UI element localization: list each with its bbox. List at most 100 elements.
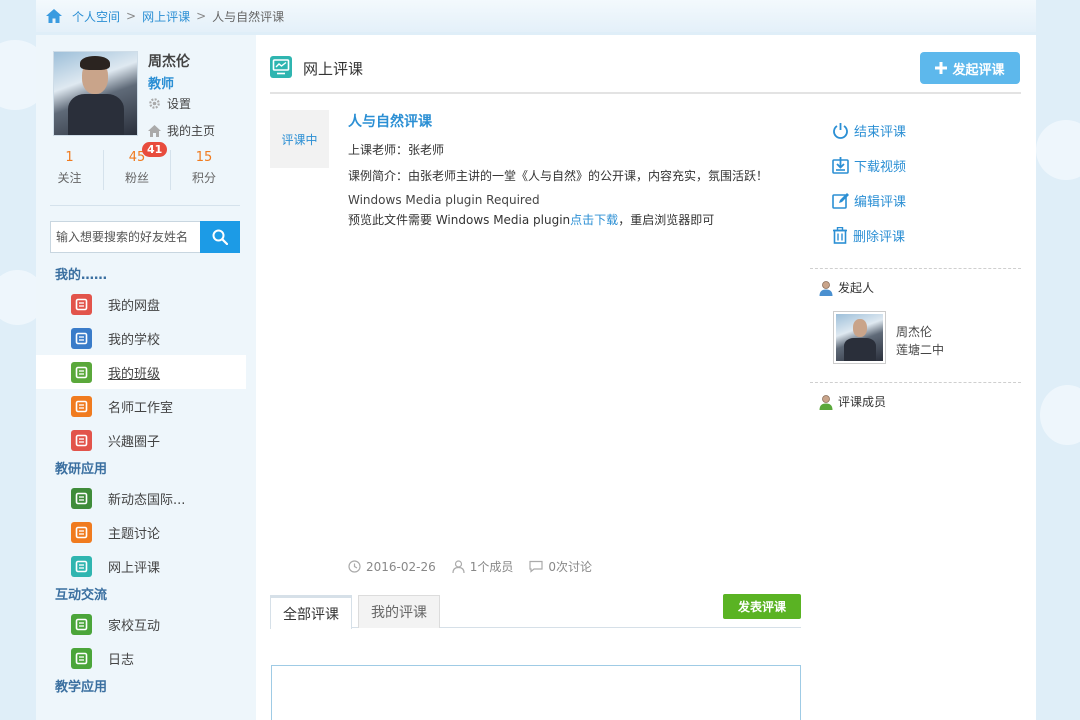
plus-icon <box>935 62 948 74</box>
settings-label: 设置 <box>167 97 192 111</box>
home-icon[interactable] <box>46 9 62 23</box>
clock-icon <box>348 560 361 573</box>
divider <box>50 205 240 206</box>
sidebar-item-label: 我的网盘 <box>108 298 161 314</box>
edit-evaluation-button[interactable]: 编辑评课 <box>832 191 906 210</box>
stat-fans[interactable]: 45 41 粉丝 <box>103 142 170 190</box>
sidebar-item-label: 网上评课 <box>108 560 161 576</box>
power-icon <box>833 123 848 139</box>
profile-stats: 1 关注 45 41 粉丝 15 积分 <box>36 142 256 190</box>
studio-icon <box>71 395 92 417</box>
trash-icon <box>833 227 847 244</box>
circle-icon <box>71 429 92 451</box>
plugin-required-text: Windows Media plugin Required <box>348 193 540 207</box>
sidebar-item-label: 主题讨论 <box>108 526 161 542</box>
member-count: 1个成员 <box>469 560 514 574</box>
course-intro: 课例简介：由张老师主讲的一堂《人与自然》的公开课，内容充实，氛围活跃！ <box>348 169 769 183</box>
comment-icon <box>529 560 543 573</box>
members-item: 1个成员 <box>452 558 514 575</box>
search-input[interactable] <box>50 221 200 253</box>
section-header: 网上评课 发起评课 <box>270 35 1021 94</box>
edit-evaluation-label: 编辑评课 <box>854 195 907 210</box>
tab-my-evaluations[interactable]: 我的评课 <box>358 595 440 628</box>
home-icon <box>148 124 161 137</box>
stat-points[interactable]: 15 积分 <box>170 150 237 190</box>
background-cloud <box>1040 385 1080 445</box>
sidebar-item[interactable]: 网上评课 <box>36 549 256 583</box>
status-badge: 评课中 <box>270 110 329 168</box>
start-evaluation-button[interactable]: 发起评课 <box>920 52 1020 84</box>
sidebar-item[interactable]: 名师工作室 <box>36 389 256 423</box>
stat-label: 粉丝 <box>124 171 149 185</box>
comment-textarea[interactable] <box>271 665 801 720</box>
notification-badge: 41 <box>142 142 168 157</box>
end-evaluation-button[interactable]: 结束评课 <box>832 121 906 140</box>
delete-evaluation-button[interactable]: 删除评课 <box>832 226 905 245</box>
divider <box>810 268 1021 269</box>
download-video-label: 下载视频 <box>854 160 907 175</box>
plugin-notice-suffix: ，重启浏览器即可 <box>618 213 715 227</box>
cloud-disk-icon <box>71 293 92 315</box>
friend-search <box>50 221 240 253</box>
delete-evaluation-label: 删除评课 <box>853 230 906 245</box>
gear-icon <box>149 98 160 109</box>
breadcrumb-link-evaluation[interactable]: 网上评课 <box>142 8 190 25</box>
sidebar-item-label: 我的班级 <box>108 366 161 382</box>
settings-link[interactable]: 设置 <box>148 95 191 112</box>
sidebar-item-label: 名师工作室 <box>108 400 174 416</box>
evaluation-icon <box>270 56 292 78</box>
sidebar-item[interactable]: 主题讨论 <box>36 515 256 549</box>
search-button[interactable] <box>200 221 240 253</box>
sidebar-item-label: 我的学校 <box>108 332 161 348</box>
sidebar-item[interactable]: 家校互动 <box>36 607 256 641</box>
comment-tabs: 全部评课 我的评课 <box>270 593 801 629</box>
initiator-name[interactable]: 周杰伦 <box>896 323 932 340</box>
background-cloud <box>1036 120 1080 180</box>
edit-icon <box>832 193 849 209</box>
end-evaluation-label: 结束评课 <box>854 125 907 140</box>
breadcrumb: 个人空间 > 网上评课 > 人与自然评课 <box>36 0 1036 32</box>
start-evaluation-label: 发起评课 <box>952 62 1005 78</box>
sidebar-item-label: 日志 <box>108 652 135 668</box>
course-title[interactable]: 人与自然评课 <box>348 111 432 131</box>
members-heading: 评课成员 <box>818 393 886 410</box>
sidebar-item-label: 家校互动 <box>108 618 161 634</box>
members-user-icon <box>819 394 833 410</box>
breadcrumb-current: 人与自然评课 <box>212 9 285 24</box>
post-evaluation-button[interactable]: 发表评课 <box>723 594 801 619</box>
download-video-button[interactable]: 下载视频 <box>832 156 906 175</box>
sidebar-menu: 我的…… 我的网盘 我的学校 我的班级 名师工作室 兴趣圈子 教研应用 新动态国际... 主题讨… <box>36 263 256 699</box>
tab-all-evaluations[interactable]: 全部评课 <box>270 595 352 629</box>
divider <box>810 382 1021 383</box>
breadcrumb-separator: > <box>126 9 137 23</box>
sidebar-item[interactable]: 兴趣圈子 <box>36 423 256 457</box>
avatar[interactable] <box>53 51 138 136</box>
initiator-avatar[interactable] <box>833 311 886 364</box>
date-item: 2016-02-26 <box>348 558 436 575</box>
school-icon <box>71 327 92 349</box>
sidebar-item-label: 兴趣圈子 <box>108 434 161 450</box>
profile-name[interactable]: 周杰伦 <box>148 51 190 71</box>
course-date: 2016-02-26 <box>366 559 436 574</box>
user-icon <box>452 560 465 573</box>
menu-group-title: 我的…… <box>55 268 108 283</box>
download-plugin-link[interactable]: 点击下载 <box>570 213 618 227</box>
stat-label: 关注 <box>57 171 82 185</box>
sidebar-item[interactable]: 我的班级 <box>36 355 246 389</box>
download-icon <box>832 157 849 174</box>
sidebar-item[interactable]: 新动态国际... <box>36 481 256 515</box>
sidebar-item[interactable]: 我的学校 <box>36 321 256 355</box>
stat-follow[interactable]: 1 关注 <box>36 150 103 190</box>
breadcrumb-link-personal-space[interactable]: 个人空间 <box>72 8 120 25</box>
sidebar-item[interactable]: 日志 <box>36 641 256 675</box>
homepage-label: 我的主页 <box>167 124 216 138</box>
main-content: 网上评课 发起评课 评课中 人与自然评课 上课老师：张老师 课例简介：由张老师主… <box>256 35 1036 720</box>
sidebar: 周杰伦 教师 设置 我的主页 1 关注 45 41 粉丝 15 积分 我的……我… <box>36 35 256 720</box>
teacher-info: 上课老师：张老师 <box>348 143 445 157</box>
sidebar-item[interactable]: 我的网盘 <box>36 287 256 321</box>
discussions-item: 0次讨论 <box>529 558 592 575</box>
evaluation-icon <box>71 555 92 577</box>
stat-number: 1 <box>65 150 74 165</box>
profile-card <box>53 51 138 136</box>
homepage-link[interactable]: 我的主页 <box>148 122 215 139</box>
